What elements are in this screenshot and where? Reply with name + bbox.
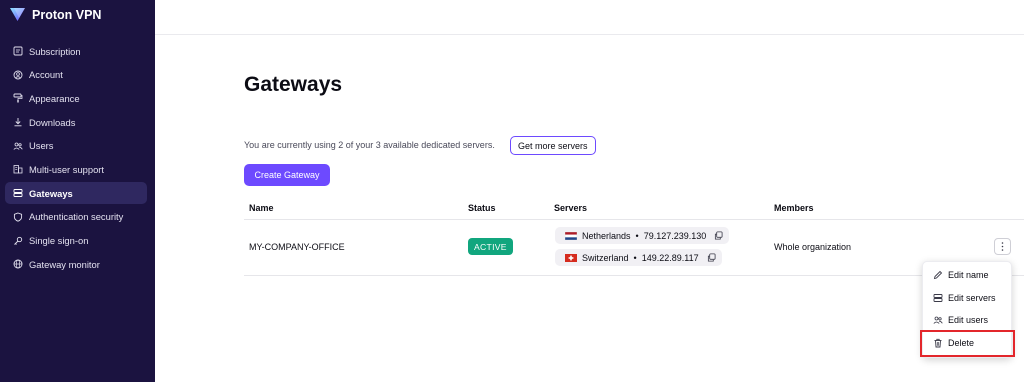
menu-item-label: Edit servers — [948, 293, 996, 303]
sidebar-nav: Subscription Account Appearance Download… — [5, 40, 147, 277]
separator-dot: • — [635, 230, 639, 241]
servers-icon — [933, 294, 943, 302]
members-cell: Whole organization — [774, 242, 852, 252]
sidebar-item-label: Authentication security — [29, 211, 124, 223]
server-ip: 79.127.239.130 — [643, 230, 707, 241]
sidebar-item-label: Users — [29, 140, 54, 152]
sidebar-item-label: Subscription — [29, 45, 81, 57]
table-row-divider — [244, 275, 1024, 276]
menu-item-label: Edit name — [948, 270, 989, 280]
sidebar-item-account[interactable]: Account — [5, 64, 147, 86]
proton-vpn-logo-icon — [10, 8, 25, 21]
copy-icon[interactable] — [714, 231, 723, 240]
usage-text: You are currently using 2 of your 3 avai… — [244, 140, 495, 150]
column-header-servers: Servers — [554, 203, 588, 213]
table-header-divider — [244, 219, 1024, 220]
menu-item-edit-servers[interactable]: Edit servers — [923, 288, 1011, 308]
server-ip: 149.22.89.117 — [641, 252, 699, 263]
netherlands-flag-icon — [565, 231, 577, 240]
sidebar-item-gateways[interactable]: Gateways — [5, 182, 147, 205]
sidebar-item-label: Single sign-on — [29, 235, 89, 246]
globe-icon — [13, 259, 23, 269]
download-icon — [13, 117, 23, 127]
app-name: Proton VPN — [32, 7, 102, 22]
sidebar-item-users[interactable]: Users — [5, 135, 147, 157]
sidebar-item-label: Account — [29, 69, 63, 81]
get-more-servers-button[interactable]: Get more servers — [510, 136, 596, 155]
sidebar-item-appearance[interactable]: Appearance — [5, 87, 147, 109]
sidebar-item-downloads[interactable]: Downloads — [5, 111, 147, 133]
buildings-icon — [13, 164, 23, 174]
menu-item-edit-name[interactable]: Edit name — [923, 265, 1011, 285]
column-header-members: Members — [774, 203, 814, 213]
status-badge: ACTIVE — [468, 238, 513, 255]
sidebar-item-single-sign-on[interactable]: Single sign-on — [5, 230, 147, 252]
sidebar-item-label: Gateways — [29, 187, 73, 199]
separator-dot: • — [633, 252, 637, 263]
sidebar-item-label: Downloads — [29, 116, 76, 128]
sidebar-item-multi-user-support[interactable]: Multi-user support — [5, 158, 147, 180]
gateway-name: MY-COMPANY-OFFICE — [249, 242, 345, 252]
sidebar: Proton VPN Subscription Account Appearan… — [0, 0, 155, 382]
menu-item-edit-users[interactable]: Edit users — [923, 310, 1011, 330]
account-icon — [13, 70, 23, 80]
subscription-icon — [13, 46, 23, 56]
sidebar-item-label: Appearance — [29, 92, 80, 104]
sidebar-item-gateway-monitor[interactable]: Gateway monitor — [5, 253, 147, 275]
paint-roller-icon — [13, 93, 23, 103]
users-icon — [933, 316, 943, 324]
menu-item-label: Edit users — [948, 315, 989, 325]
server-pill: Switzerland • 149.22.89.117 — [555, 249, 722, 266]
sidebar-item-label: Gateway monitor — [29, 258, 100, 270]
users-icon — [13, 141, 23, 151]
column-header-name: Name — [249, 203, 274, 213]
page-title: Gateways — [244, 73, 343, 96]
shield-icon — [13, 212, 23, 222]
delete-highlight-box — [920, 330, 1015, 357]
logo[interactable]: Proton VPN — [9, 7, 101, 22]
switzerland-flag-icon — [565, 253, 577, 262]
server-country: Switzerland — [582, 252, 629, 263]
top-bar — [155, 0, 1024, 35]
sidebar-item-label: Multi-user support — [29, 163, 105, 175]
create-gateway-button[interactable]: Create Gateway — [244, 164, 330, 186]
servers-icon — [13, 188, 23, 198]
column-header-status: Status — [468, 203, 496, 213]
server-country: Netherlands — [582, 230, 631, 241]
sidebar-item-subscription[interactable]: Subscription — [5, 40, 147, 62]
sidebar-item-authentication-security[interactable]: Authentication security — [5, 206, 147, 228]
key-icon — [13, 236, 23, 246]
vertical-dots-icon — [1001, 242, 1004, 251]
more-actions-button[interactable] — [994, 238, 1011, 255]
server-pill: Netherlands • 79.127.239.130 — [555, 227, 730, 244]
copy-icon[interactable] — [707, 253, 716, 262]
pencil-icon — [933, 270, 943, 280]
